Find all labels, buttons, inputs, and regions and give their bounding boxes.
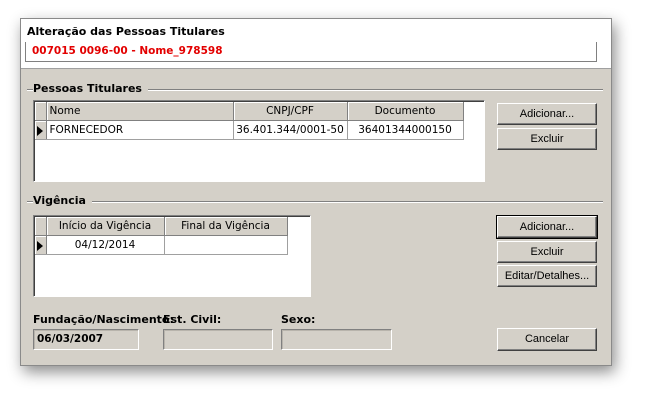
vigencia-grid[interactable]: Início da Vigência Final da Vigência 04/…	[33, 215, 311, 297]
dialog-subtitle: 007015 0096-00 - Nome_978598	[32, 45, 223, 57]
est-civil-label: Est. Civil:	[163, 313, 222, 326]
column-header-inicio[interactable]: Início da Vigência	[46, 217, 165, 236]
sexo-label: Sexo:	[281, 313, 316, 326]
cell-documento[interactable]: 36401344000150	[347, 120, 464, 140]
current-row-indicator	[35, 235, 47, 255]
titulares-header-row: Nome CNPJ/CPF Documento	[35, 102, 464, 121]
cell-cnpj-cpf[interactable]: 36.401.344/0001-50	[233, 120, 348, 140]
titulares-delete-button[interactable]: Excluir	[497, 128, 597, 150]
dialog-window: Alteração das Pessoas Titulares 007015 0…	[20, 18, 612, 366]
column-header-documento[interactable]: Documento	[347, 102, 464, 121]
titulares-add-button[interactable]: Adicionar...	[497, 103, 597, 125]
column-header-cnpj-cpf[interactable]: CNPJ/CPF	[233, 102, 348, 121]
vigencia-edit-button[interactable]: Editar/Detalhes...	[497, 265, 597, 287]
dialog-header: Alteração das Pessoas Titulares 007015 0…	[21, 19, 611, 69]
fundacao-label: Fundação/Nascimento:	[33, 313, 174, 326]
row-pointer-icon	[37, 125, 43, 136]
current-row-indicator	[35, 120, 47, 140]
vigencia-divider	[27, 201, 603, 203]
est-civil-field	[163, 329, 273, 350]
row-indicator-header	[35, 102, 47, 121]
column-header-final[interactable]: Final da Vigência	[164, 217, 288, 236]
titulares-section-label: Pessoas Titulares	[33, 82, 148, 95]
dialog-title: Alteração das Pessoas Titulares	[27, 25, 225, 38]
vigencia-section-label: Vigência	[33, 194, 92, 207]
vigencia-delete-button[interactable]: Excluir	[497, 241, 597, 263]
table-row[interactable]: 04/12/2014	[35, 235, 288, 255]
subtitle-box: 007015 0096-00 - Nome_978598	[25, 42, 597, 62]
column-header-nome[interactable]: Nome	[46, 102, 234, 121]
cell-inicio[interactable]: 04/12/2014	[46, 235, 165, 255]
sexo-field	[281, 329, 392, 350]
vigencia-header-row: Início da Vigência Final da Vigência	[35, 217, 288, 236]
row-indicator-header	[35, 217, 47, 236]
cell-nome[interactable]: FORNECEDOR	[46, 120, 234, 140]
fundacao-field: 06/03/2007	[33, 329, 139, 350]
row-pointer-icon	[37, 240, 43, 251]
cell-final[interactable]	[164, 235, 288, 255]
vigencia-add-button[interactable]: Adicionar...	[496, 215, 598, 239]
titulares-grid[interactable]: Nome CNPJ/CPF Documento FORNECEDOR 36.40…	[33, 100, 485, 182]
table-row[interactable]: FORNECEDOR 36.401.344/0001-50 3640134400…	[35, 120, 464, 140]
cancel-button[interactable]: Cancelar	[497, 328, 597, 351]
